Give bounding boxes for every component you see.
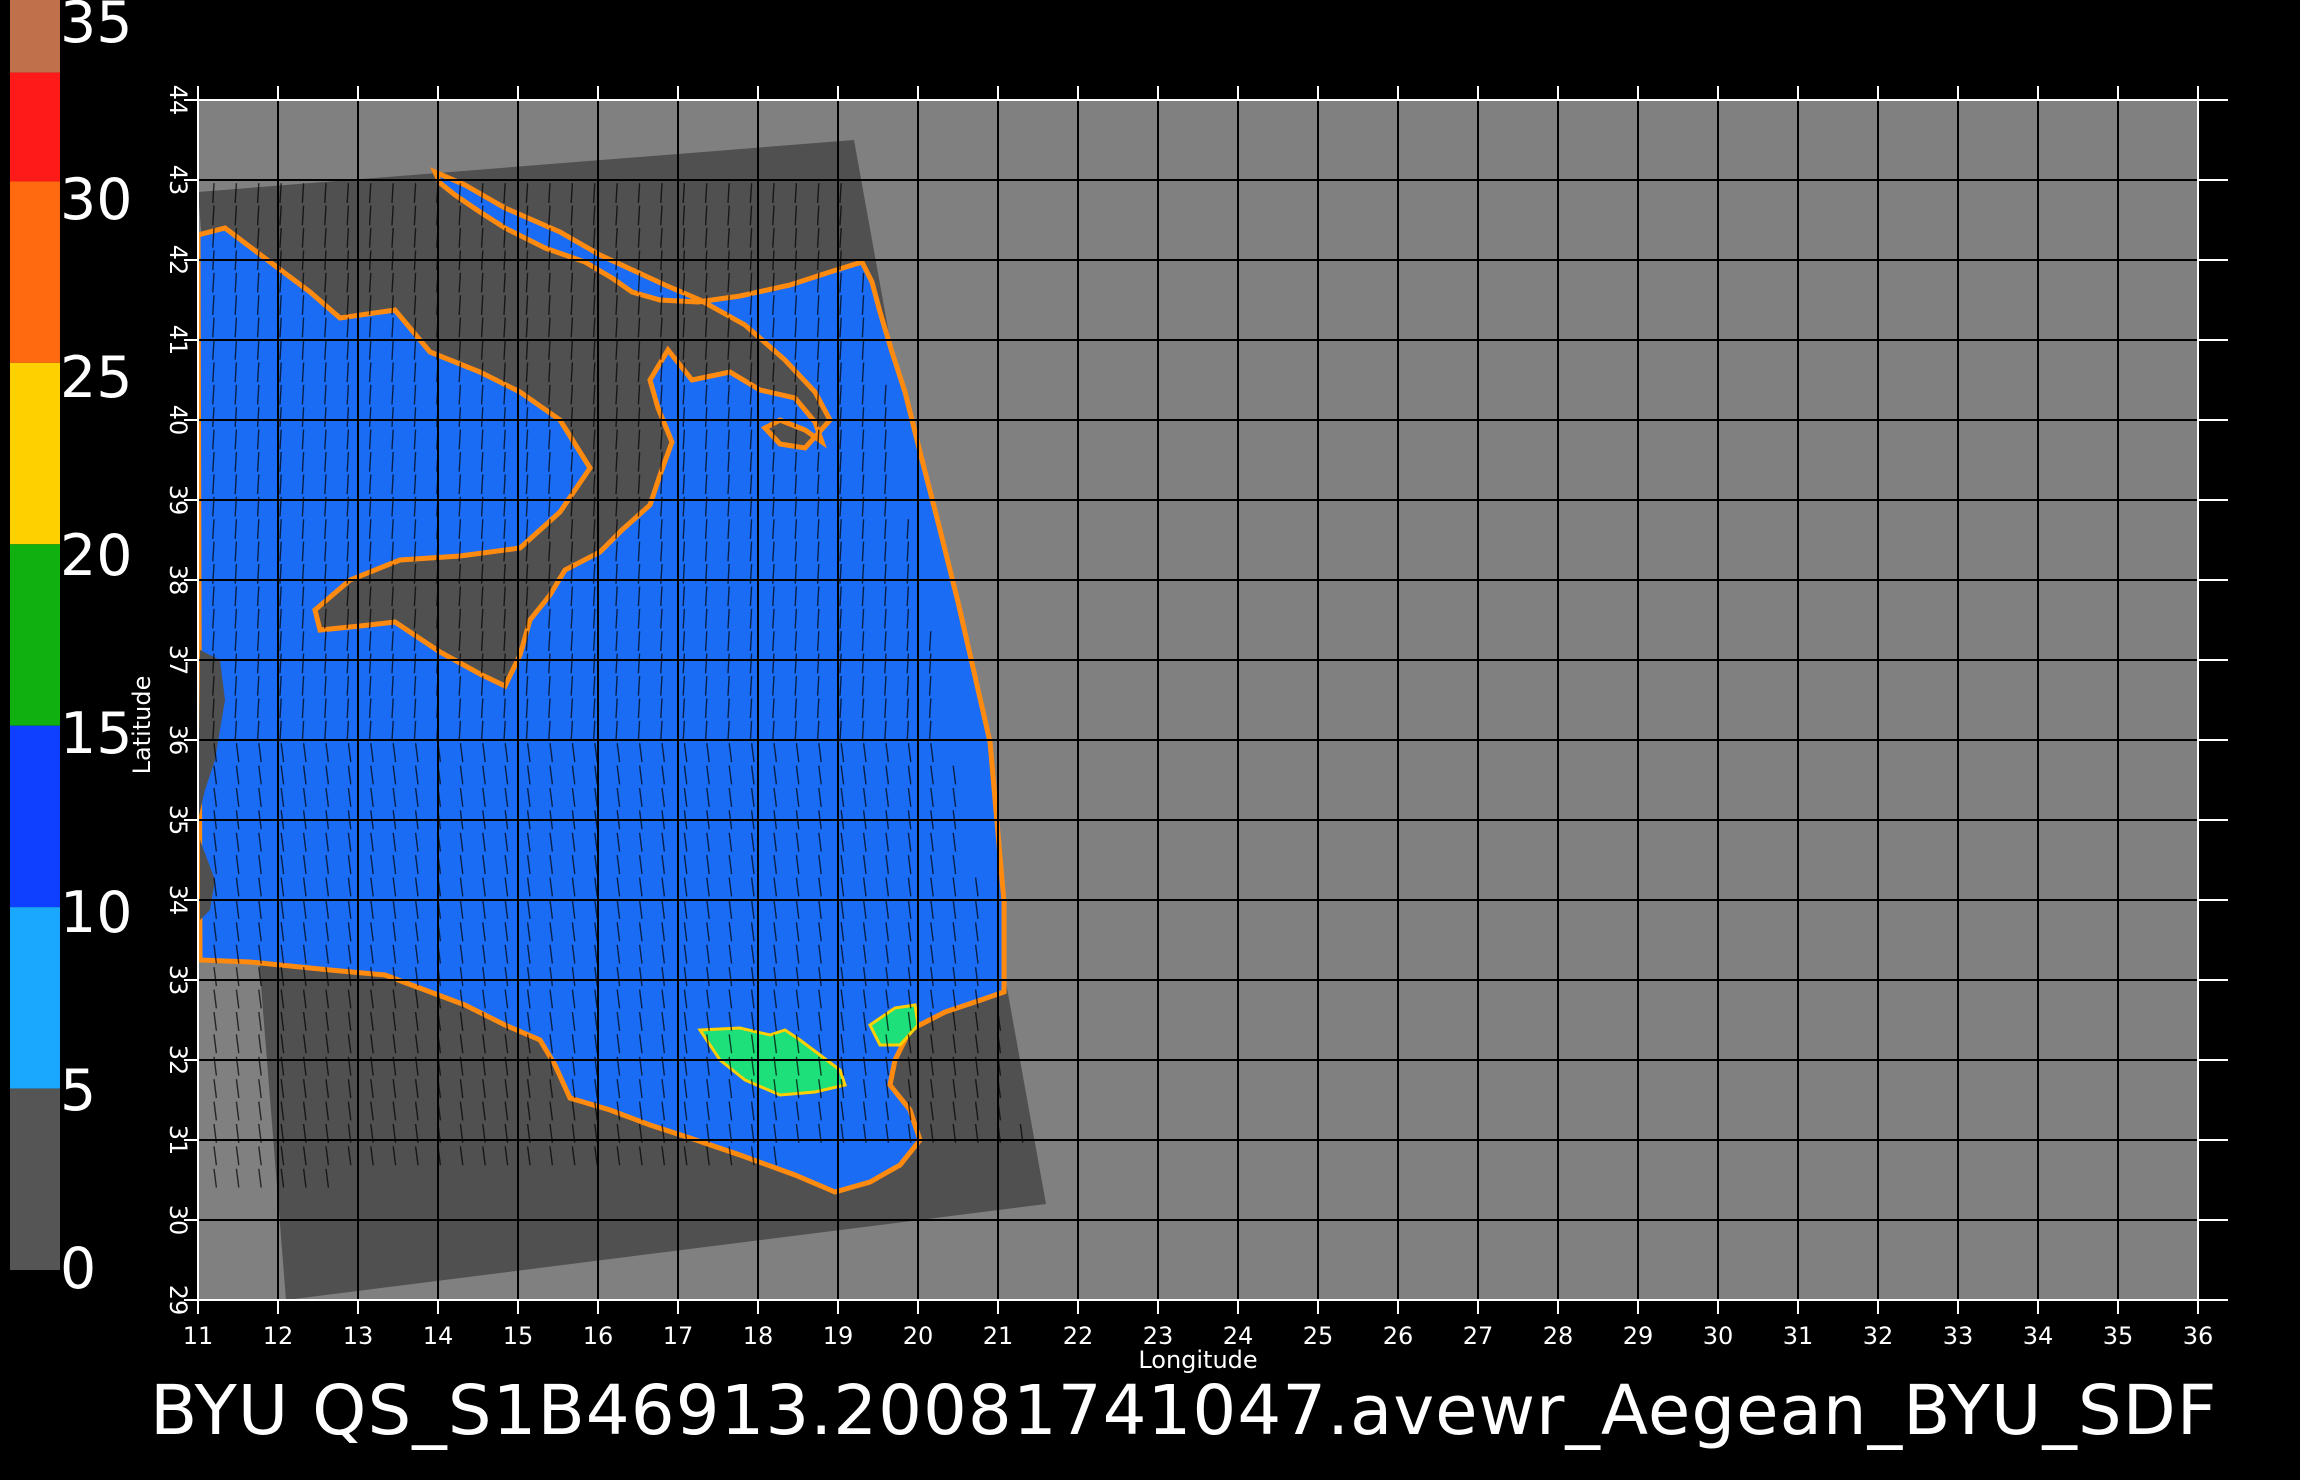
y-tick-label-33: 33 bbox=[164, 965, 192, 996]
colorbar-band-1 bbox=[10, 72, 60, 182]
colorbar-label-30: 30 bbox=[60, 167, 133, 233]
colorbar-label-35: 35 bbox=[60, 0, 133, 56]
y-axis-title: Latitude bbox=[128, 676, 156, 775]
x-tick-label-36: 36 bbox=[2183, 1322, 2214, 1350]
x-tick-label-18: 18 bbox=[743, 1322, 774, 1350]
y-tick-label-34: 34 bbox=[164, 885, 192, 916]
x-tick-label-16: 16 bbox=[583, 1322, 614, 1350]
map-figure-canvas: 35 30 25 20 15 10 5 0 11 12 13 14 15 16 17 1 bbox=[10, 0, 2228, 1451]
colorbar-band-2 bbox=[10, 181, 60, 363]
colorbar-band-3 bbox=[10, 362, 60, 545]
x-tick-label-14: 14 bbox=[423, 1322, 454, 1350]
x-tick-label-20: 20 bbox=[903, 1322, 934, 1350]
y-tick-label-44: 44 bbox=[164, 85, 192, 116]
x-tick-label-32: 32 bbox=[1863, 1322, 1894, 1350]
y-tick-label-35: 35 bbox=[164, 805, 192, 836]
x-tick-label-15: 15 bbox=[503, 1322, 534, 1350]
colorbar-label-20: 20 bbox=[60, 523, 133, 589]
colorbar-band-7 bbox=[10, 1088, 60, 1270]
x-tick-label-25: 25 bbox=[1303, 1322, 1334, 1350]
x-tick-label-27: 27 bbox=[1463, 1322, 1494, 1350]
y-tick-label-31: 31 bbox=[164, 1125, 192, 1156]
x-tick-label-33: 33 bbox=[1943, 1322, 1974, 1350]
colorbar-band-6 bbox=[10, 907, 60, 1089]
y-tick-label-30: 30 bbox=[164, 1205, 192, 1236]
colorbar-label-0: 0 bbox=[60, 1236, 96, 1302]
colorbar bbox=[10, 0, 60, 1270]
y-tick-label-38: 38 bbox=[164, 565, 192, 596]
x-tick-label-31: 31 bbox=[1783, 1322, 1814, 1350]
y-tick-label-41: 41 bbox=[164, 325, 192, 356]
y-tick-label-36: 36 bbox=[164, 725, 192, 756]
colorbar-band-0 bbox=[10, 0, 60, 73]
x-tick-label-26: 26 bbox=[1383, 1322, 1414, 1350]
x-tick-label-30: 30 bbox=[1703, 1322, 1734, 1350]
colorbar-label-15: 15 bbox=[60, 701, 133, 767]
wind-speed-map-figure: 35 30 25 20 15 10 5 0 11 12 13 14 15 16 17 1 bbox=[0, 0, 2300, 1480]
x-tick-label-22: 22 bbox=[1063, 1322, 1094, 1350]
x-tick-label-17: 17 bbox=[663, 1322, 694, 1350]
y-tick-label-29: 29 bbox=[164, 1285, 192, 1316]
colorbar-band-5 bbox=[10, 725, 60, 908]
x-axis-title: Longitude bbox=[1138, 1346, 1257, 1374]
footer-caption: BYU QS_S1B46913.20081741047.avewr_Aegean… bbox=[150, 1371, 2217, 1451]
x-tick-label-34: 34 bbox=[2023, 1322, 2054, 1350]
x-tick-label-13: 13 bbox=[343, 1322, 374, 1350]
y-tick-label-42: 42 bbox=[164, 245, 192, 276]
colorbar-label-10: 10 bbox=[60, 880, 133, 946]
y-tick-label-43: 43 bbox=[164, 165, 192, 196]
colorbar-label-5: 5 bbox=[60, 1058, 96, 1124]
x-tick-label-19: 19 bbox=[823, 1322, 854, 1350]
x-tick-label-28: 28 bbox=[1543, 1322, 1574, 1350]
y-tick-label-39: 39 bbox=[164, 485, 192, 516]
x-tick-label-21: 21 bbox=[983, 1322, 1014, 1350]
x-tick-label-35: 35 bbox=[2103, 1322, 2134, 1350]
colorbar-labels: 35 30 25 20 15 10 5 0 bbox=[60, 0, 133, 1302]
colorbar-label-25: 25 bbox=[60, 345, 133, 411]
x-tick-label-12: 12 bbox=[263, 1322, 294, 1350]
y-tick-label-40: 40 bbox=[164, 405, 192, 436]
y-tick-label-37: 37 bbox=[164, 645, 192, 676]
x-tick-label-11: 11 bbox=[183, 1322, 214, 1350]
colorbar-band-4 bbox=[10, 544, 60, 726]
y-tick-label-32: 32 bbox=[164, 1045, 192, 1076]
x-tick-label-29: 29 bbox=[1623, 1322, 1654, 1350]
